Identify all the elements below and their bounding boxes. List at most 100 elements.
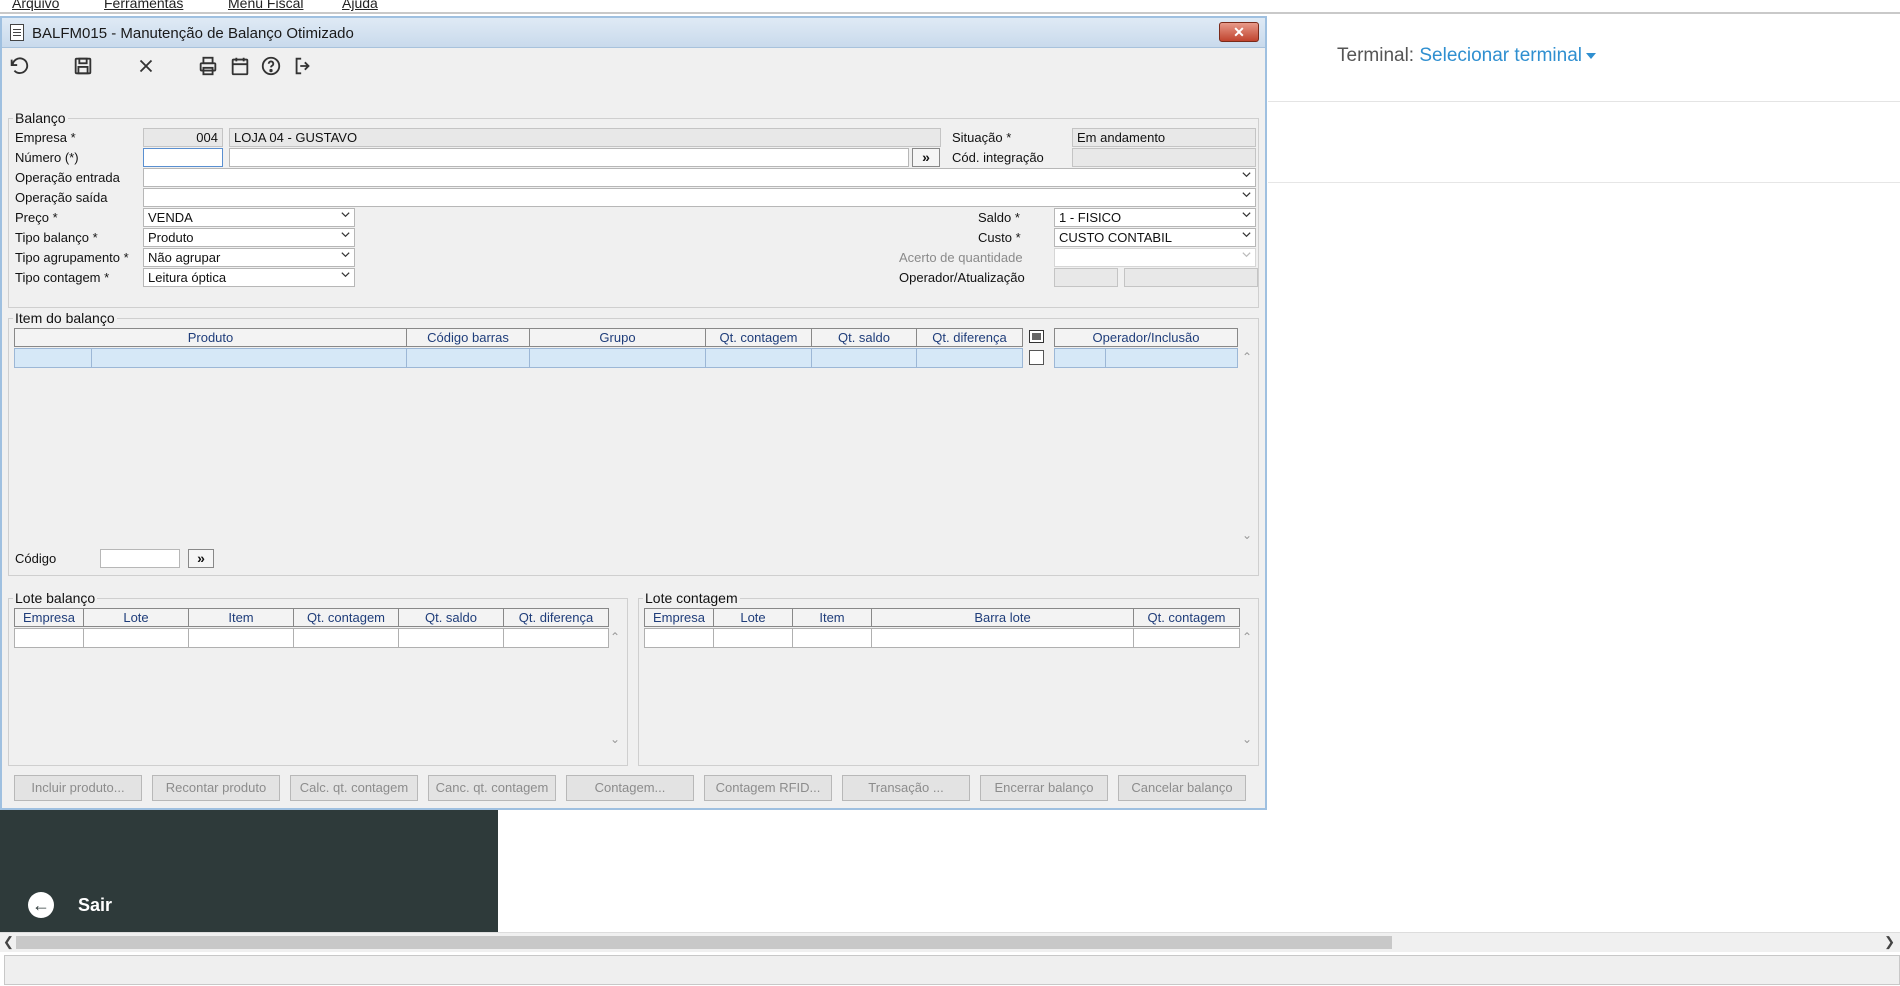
- chevron-down-icon[interactable]: [340, 249, 351, 263]
- calendar-icon[interactable]: [227, 55, 253, 81]
- scroll-up-icon[interactable]: ⌃: [1242, 350, 1258, 364]
- col-qt-contagem[interactable]: Qt. contagem: [1134, 608, 1240, 627]
- item-balanco-group-label: Item do balanço: [13, 310, 117, 326]
- close-icon[interactable]: [133, 55, 159, 81]
- menu-fiscal[interactable]: Menu Fiscal: [228, 0, 303, 11]
- calc-qt-contagem-button[interactable]: Calc. qt. contagem: [290, 775, 418, 801]
- operador-name-field: [1124, 268, 1258, 287]
- undo-icon[interactable]: [6, 55, 32, 81]
- arrow-left-icon: ←: [28, 892, 54, 918]
- menu-arquivo[interactable]: Arquivo: [12, 0, 59, 11]
- balanco-group-label: Balanço: [13, 110, 68, 126]
- terminal-select-link[interactable]: Selecionar terminal: [1419, 45, 1582, 66]
- col-produto[interactable]: Produto: [14, 328, 407, 347]
- col-empresa[interactable]: Empresa: [14, 608, 84, 627]
- menu-ferramentas[interactable]: Ferramentas: [104, 0, 183, 11]
- scroll-up-icon[interactable]: ⌃: [1242, 630, 1258, 644]
- canc-qt-contagem-button[interactable]: Canc. qt. contagem: [428, 775, 556, 801]
- contagem-rfid-button[interactable]: Contagem RFID...: [704, 775, 832, 801]
- col-qt-saldo[interactable]: Qt. saldo: [399, 608, 504, 627]
- scroll-down-icon[interactable]: ⌄: [1242, 732, 1258, 746]
- exit-icon[interactable]: [290, 55, 316, 81]
- operacao-saida-select[interactable]: [143, 188, 1256, 207]
- cod-integracao-field: [1072, 148, 1256, 167]
- col-operador-inclusao[interactable]: Operador/Inclusão: [1054, 328, 1238, 347]
- acerto-select: [1054, 248, 1256, 267]
- col-grupo[interactable]: Grupo: [530, 328, 706, 347]
- cancelar-balanco-button[interactable]: Cancelar balanço: [1118, 775, 1246, 801]
- item-grid-row-operador[interactable]: [1054, 348, 1238, 368]
- scroll-left-icon[interactable]: ❮: [3, 934, 14, 950]
- codigo-label: Código: [15, 551, 57, 566]
- numero-lookup-button[interactable]: »: [912, 148, 940, 167]
- window-titlebar[interactable]: BALFM015 - Manutenção de Balanço Otimiza…: [2, 18, 1265, 48]
- scroll-thumb[interactable]: [16, 936, 1392, 949]
- tipo-agrupamento-select[interactable]: Não agrupar: [143, 248, 355, 267]
- print-icon[interactable]: [195, 55, 221, 81]
- numero-desc-input[interactable]: [229, 148, 909, 167]
- empresa-code-field: 004: [143, 128, 223, 147]
- item-grid-header: Produto Código barras Grupo Qt. contagem…: [14, 328, 1023, 347]
- col-lote[interactable]: Lote: [714, 608, 793, 627]
- operacao-entrada-label: Operação entrada: [15, 170, 120, 185]
- caret-down-icon[interactable]: [1586, 52, 1596, 59]
- col-qt-contagem[interactable]: Qt. contagem: [706, 328, 812, 347]
- window-title: BALFM015 - Manutenção de Balanço Otimiza…: [32, 25, 354, 42]
- codigo-lookup-button[interactable]: »: [188, 549, 214, 568]
- col-qt-diferenca[interactable]: Qt. diferença: [917, 328, 1023, 347]
- tipo-balanco-select[interactable]: Produto: [143, 228, 355, 247]
- exit-button[interactable]: ← Sair: [28, 892, 112, 918]
- preco-select[interactable]: VENDA: [143, 208, 355, 227]
- col-codigo-barras[interactable]: Código barras: [407, 328, 530, 347]
- situacao-field: Em andamento: [1072, 128, 1256, 147]
- balanco-window: BALFM015 - Manutenção de Balanço Otimiza…: [0, 16, 1267, 810]
- exit-label: Sair: [78, 894, 113, 915]
- col-item[interactable]: Item: [189, 608, 294, 627]
- scroll-down-icon[interactable]: ⌄: [610, 732, 626, 746]
- col-empresa[interactable]: Empresa: [644, 608, 714, 627]
- col-item[interactable]: Item: [793, 608, 872, 627]
- saldo-select[interactable]: 1 - FISICO: [1054, 208, 1256, 227]
- row-checkbox[interactable]: [1029, 350, 1044, 365]
- chevron-down-icon[interactable]: [1241, 229, 1252, 243]
- transacao-button[interactable]: Transação ...: [842, 775, 970, 801]
- chevron-down-icon[interactable]: [340, 269, 351, 283]
- lote-contagem-group-label: Lote contagem: [643, 590, 740, 606]
- scroll-up-icon[interactable]: ⌃: [610, 630, 626, 644]
- toolbar: [2, 49, 1265, 89]
- col-barra-lote[interactable]: Barra lote: [872, 608, 1134, 627]
- action-buttons: Incluir produto... Recontar produto Calc…: [14, 775, 1246, 801]
- col-qt-saldo[interactable]: Qt. saldo: [812, 328, 917, 347]
- chevron-down-icon[interactable]: [1241, 169, 1252, 183]
- lote-contagem-row[interactable]: [644, 628, 1240, 648]
- tipo-balanco-value: Produto: [148, 230, 194, 245]
- custo-select[interactable]: CUSTO CONTABIL: [1054, 228, 1256, 247]
- chevron-down-icon[interactable]: [1241, 209, 1252, 223]
- window-close-button[interactable]: ✕: [1219, 22, 1259, 42]
- horizontal-scrollbar[interactable]: ❮ ❯: [0, 932, 1900, 952]
- scroll-down-icon[interactable]: ⌄: [1242, 528, 1258, 542]
- menu-ajuda[interactable]: Ajuda: [342, 0, 378, 11]
- encerrar-balanco-button[interactable]: Encerrar balanço: [980, 775, 1108, 801]
- col-lote[interactable]: Lote: [84, 608, 189, 627]
- help-icon[interactable]: [258, 55, 284, 81]
- select-all-checkbox[interactable]: [1029, 330, 1044, 343]
- numero-input[interactable]: [143, 148, 223, 167]
- col-qt-contagem[interactable]: Qt. contagem: [294, 608, 399, 627]
- contagem-button[interactable]: Contagem...: [566, 775, 694, 801]
- recontar-produto-button[interactable]: Recontar produto: [152, 775, 280, 801]
- incluir-produto-button[interactable]: Incluir produto...: [14, 775, 142, 801]
- scroll-right-icon[interactable]: ❯: [1884, 934, 1895, 950]
- chevron-down-icon[interactable]: [340, 209, 351, 223]
- lote-balanco-row[interactable]: [14, 628, 609, 648]
- col-qt-diferenca[interactable]: Qt. diferença: [504, 608, 609, 627]
- item-grid-row[interactable]: [14, 348, 1023, 368]
- chevron-down-icon[interactable]: [340, 229, 351, 243]
- chevron-down-icon[interactable]: [1241, 189, 1252, 203]
- save-icon[interactable]: [70, 55, 96, 81]
- acerto-label: Acerto de quantidade: [899, 250, 1023, 265]
- numero-label: Número (*): [15, 150, 79, 165]
- tipo-contagem-select[interactable]: Leitura óptica: [143, 268, 355, 287]
- codigo-input[interactable]: [100, 549, 180, 568]
- operacao-entrada-select[interactable]: [143, 168, 1256, 187]
